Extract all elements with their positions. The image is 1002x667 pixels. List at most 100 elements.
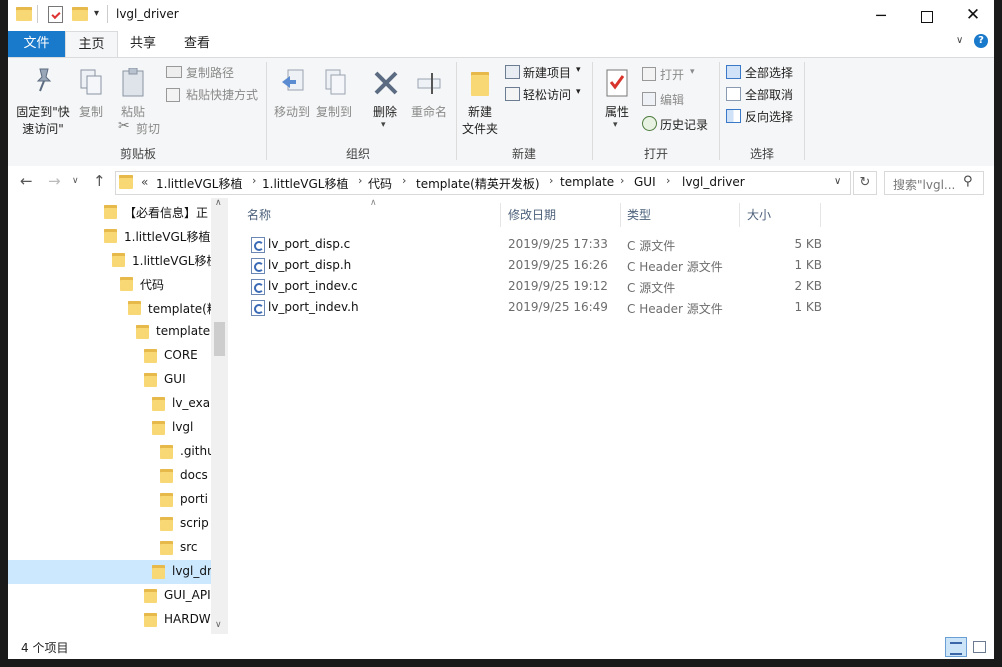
breadcrumb-overflow[interactable]: « bbox=[141, 175, 148, 189]
status-bar: 4 个项目 bbox=[8, 634, 994, 659]
minimize-button[interactable]: ─ bbox=[858, 0, 904, 31]
breadcrumb-item[interactable]: lvgl_driver bbox=[682, 175, 745, 189]
navigation-pane[interactable]: 【必看信息】正 1.littleVGL移植 1.littleVGL移植 代码 templ… bbox=[8, 198, 228, 634]
column-divider[interactable] bbox=[820, 203, 821, 227]
file-row[interactable]: lv_port_indev.h 2019/9/25 16:49 C Header 源… bbox=[246, 297, 826, 318]
column-divider[interactable] bbox=[739, 203, 740, 227]
file-list[interactable]: ∧ 名称 修改日期 类型 大小 lv_port_disp.c 2019/9/25 … bbox=[230, 198, 994, 634]
scroll-up-icon[interactable]: ∧ bbox=[215, 198, 222, 208]
tree-item-label: 1.littleVGL移植 bbox=[132, 254, 211, 268]
tree-item-label: HARDW bbox=[164, 612, 211, 626]
breadcrumb-item[interactable]: 1.littleVGL移植 bbox=[156, 175, 242, 192]
select-group-label: 选择 bbox=[749, 147, 774, 161]
scroll-thumb[interactable] bbox=[214, 322, 225, 356]
column-header-date[interactable]: 修改日期 bbox=[508, 204, 556, 226]
new-folder-label-2: 文件夹 bbox=[461, 122, 498, 136]
delete-button[interactable]: 删除 ▾ bbox=[368, 62, 402, 130]
tree-item[interactable]: .githu bbox=[8, 440, 211, 464]
breadcrumb-item[interactable]: template(精英开发板) bbox=[416, 175, 540, 192]
address-box[interactable]: « 1.littleVGL移植 › 1.littleVGL移植 › 代码 › t… bbox=[115, 171, 851, 195]
file-size: 1 KB bbox=[794, 258, 822, 272]
tree-item[interactable]: GUI_API bbox=[8, 584, 211, 608]
close-button[interactable]: ✕ bbox=[950, 0, 994, 31]
breadcrumb-chevron-icon[interactable]: › bbox=[620, 174, 624, 187]
breadcrumb-chevron-icon[interactable]: › bbox=[402, 174, 406, 187]
tab-file[interactable]: 文件 bbox=[8, 31, 65, 57]
forward-button[interactable]: → bbox=[48, 172, 61, 190]
tree-item[interactable]: src bbox=[8, 536, 211, 560]
copy-to-button[interactable]: 复制到 bbox=[314, 62, 354, 122]
breadcrumb-item[interactable]: template bbox=[560, 175, 614, 189]
file-row[interactable]: lv_port_indev.c 2019/9/25 19:12 C 源文件 2 KB bbox=[246, 276, 826, 297]
back-button[interactable]: ← bbox=[20, 172, 33, 190]
paste-button[interactable]: 粘贴 bbox=[114, 62, 152, 122]
column-divider[interactable] bbox=[500, 203, 501, 227]
rename-button[interactable]: 重命名 bbox=[406, 62, 452, 122]
new-item-dropdown-icon: ▾ bbox=[576, 65, 581, 75]
file-row[interactable]: lv_port_disp.c 2019/9/25 17:33 C 源文件 5 KB bbox=[246, 234, 826, 255]
tree-item[interactable]: porti bbox=[8, 488, 211, 512]
breadcrumb-chevron-icon[interactable]: › bbox=[358, 174, 362, 187]
file-name: lv_port_indev.h bbox=[268, 300, 359, 314]
edit-label: 编辑 bbox=[660, 93, 685, 107]
window-title: lvgl_driver bbox=[116, 7, 179, 21]
pin-label-2: 速访问" bbox=[22, 122, 64, 136]
tab-share[interactable]: 共享 bbox=[116, 31, 170, 57]
column-header-type[interactable]: 类型 bbox=[627, 204, 651, 226]
move-to-button[interactable]: 移动到 bbox=[272, 62, 312, 122]
tree-item[interactable]: lvgl_dr bbox=[8, 560, 211, 584]
breadcrumb-item[interactable]: 代码 bbox=[368, 175, 392, 192]
help-icon[interactable]: ? bbox=[974, 34, 988, 48]
tree-item[interactable]: HARDW bbox=[8, 608, 211, 632]
search-input[interactable]: 搜索"lvgl... ⚲ bbox=[884, 171, 984, 195]
breadcrumb-chevron-icon[interactable]: › bbox=[666, 174, 670, 187]
tab-view[interactable]: 查看 bbox=[170, 31, 224, 57]
breadcrumb-item[interactable]: GUI bbox=[634, 175, 656, 189]
column-header-name[interactable]: 名称 bbox=[247, 204, 271, 226]
properties-button[interactable]: 属性 ▾ bbox=[596, 62, 638, 132]
large-icons-view-button[interactable] bbox=[969, 637, 989, 655]
tree-item[interactable]: template bbox=[8, 320, 211, 344]
refresh-button[interactable]: ↻ bbox=[853, 171, 877, 195]
tree-item[interactable]: 1.littleVGL移植 bbox=[8, 248, 211, 272]
breadcrumb-chevron-icon[interactable]: › bbox=[549, 174, 553, 187]
select-all-label: 全部选择 bbox=[745, 66, 794, 80]
column-divider[interactable] bbox=[620, 203, 621, 227]
tree-item[interactable]: lv_exar bbox=[8, 392, 211, 416]
copy-to-icon bbox=[325, 69, 346, 95]
item-count: 4 个项目 bbox=[21, 641, 69, 655]
tree-scrollbar[interactable]: ∧ ∨ bbox=[211, 198, 228, 634]
new-folder-button[interactable]: 新建 文件夹 bbox=[460, 62, 500, 140]
up-button[interactable]: ↑ bbox=[93, 172, 106, 190]
tree-item[interactable]: GUI bbox=[8, 368, 211, 392]
recent-locations-icon[interactable]: ∨ bbox=[72, 176, 79, 186]
qat-dropdown-icon[interactable]: ▾ bbox=[94, 8, 99, 19]
maximize-button[interactable] bbox=[904, 0, 950, 31]
tree-item[interactable]: 代码 bbox=[8, 272, 211, 296]
scroll-down-icon[interactable]: ∨ bbox=[215, 620, 222, 630]
properties-qat-icon[interactable] bbox=[48, 6, 63, 23]
tree-item[interactable]: 【必看信息】正 bbox=[8, 200, 211, 224]
tree-item[interactable]: docs bbox=[8, 464, 211, 488]
breadcrumb-item[interactable]: 1.littleVGL移植 bbox=[262, 175, 348, 192]
tree-item[interactable]: template(精 bbox=[8, 296, 211, 320]
file-row[interactable]: lv_port_disp.h 2019/9/25 16:26 C Header 源文… bbox=[246, 255, 826, 276]
tree-item[interactable]: lvgl bbox=[8, 416, 211, 440]
breadcrumb-chevron-icon[interactable]: › bbox=[252, 174, 256, 187]
column-header-size[interactable]: 大小 bbox=[747, 204, 771, 226]
tab-home[interactable]: 主页 bbox=[65, 31, 118, 58]
pin-quick-access-button[interactable]: 固定到"快 速访问" bbox=[14, 62, 72, 140]
large-icons-view-icon bbox=[973, 641, 986, 653]
tree-item[interactable]: CORE bbox=[8, 344, 211, 368]
details-view-button[interactable] bbox=[945, 637, 967, 657]
copy-button[interactable]: 复制 bbox=[74, 62, 108, 122]
c-source-file-icon bbox=[251, 237, 265, 253]
address-dropdown-icon[interactable]: ∨ bbox=[834, 176, 841, 187]
collapse-ribbon-icon[interactable]: ∨ bbox=[956, 35, 963, 46]
tree-item[interactable]: scrip bbox=[8, 512, 211, 536]
copy-label: 复制 bbox=[78, 105, 103, 119]
new-folder-qat-icon[interactable] bbox=[72, 7, 88, 21]
new-folder-label-1: 新建 bbox=[467, 105, 492, 119]
properties-icon bbox=[606, 69, 628, 97]
tree-item[interactable]: 1.littleVGL移植 bbox=[8, 224, 211, 248]
